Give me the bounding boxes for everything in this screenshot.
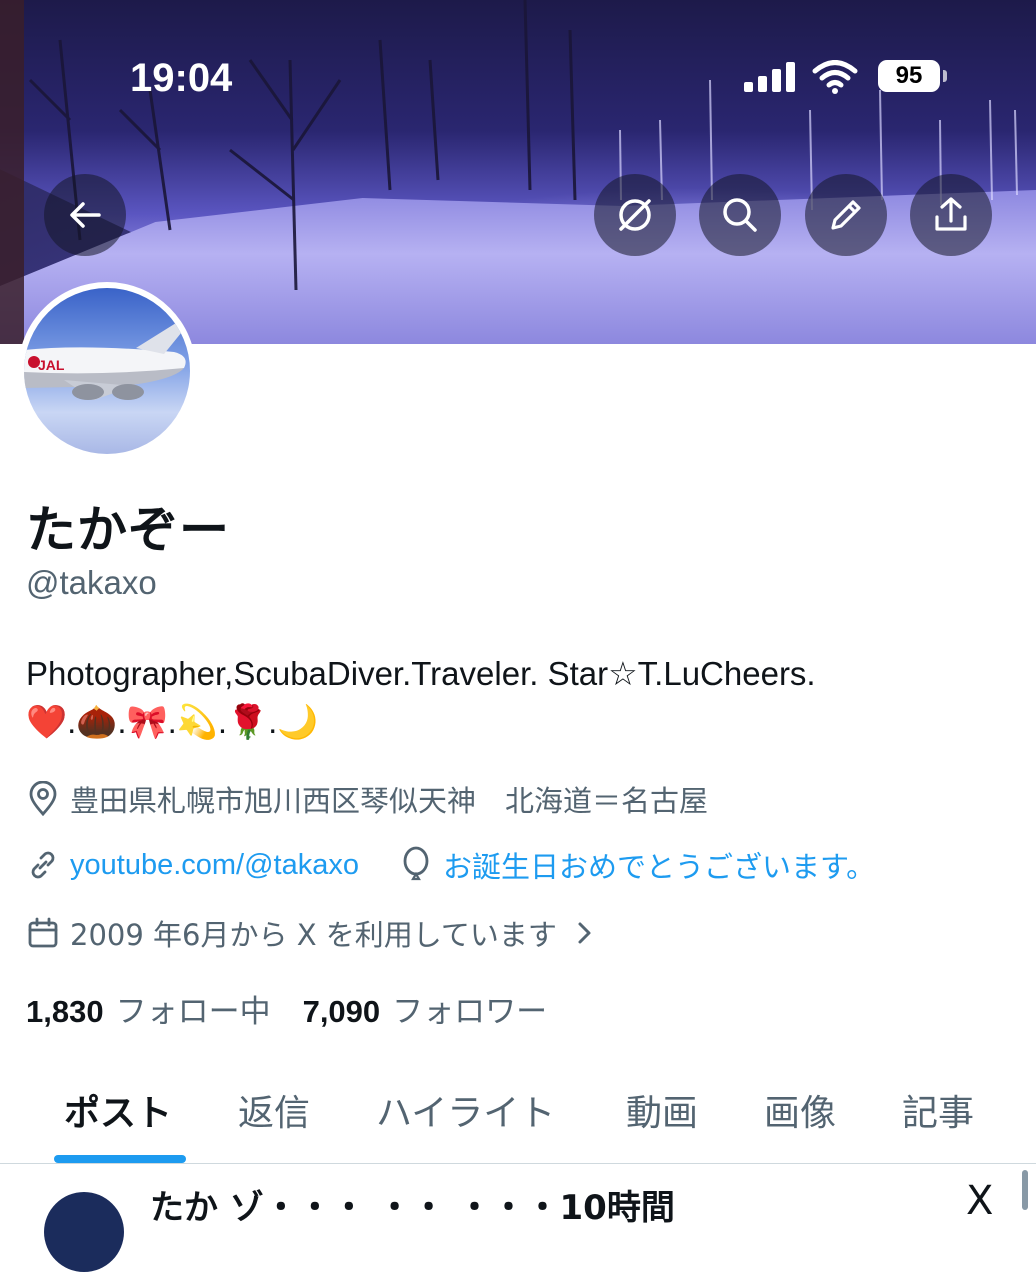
display-name: たかぞー	[26, 501, 230, 559]
svg-text:JAL: JAL	[38, 357, 65, 373]
tab-posts[interactable]: ポスト	[64, 1084, 172, 1136]
tabs-divider	[0, 1163, 1036, 1164]
search-icon	[723, 198, 757, 232]
search-button[interactable]	[699, 174, 781, 256]
arrow-left-icon	[70, 202, 101, 228]
following-link[interactable]: 1,830 フォロー中	[26, 986, 271, 1031]
grok-button[interactable]	[594, 174, 676, 256]
tab-articles[interactable]: 記事	[902, 1084, 974, 1136]
bio: Photographer,ScubaDiver.Traveler. Star☆T…	[26, 650, 816, 746]
link-icon	[31, 851, 55, 879]
follow-counts: 1,830 フォロー中 7,090 フォロワー	[26, 986, 547, 1031]
post-author-line: たか ゾ・・・ ・・ ・・・10時間	[150, 1188, 675, 1228]
tab-photos[interactable]: 画像	[764, 1084, 836, 1136]
bio-line-1: Photographer,ScubaDiver.Traveler. Star☆T…	[26, 655, 816, 692]
website-link[interactable]: youtube.com/@takaxo	[70, 849, 359, 882]
battery-nub	[943, 70, 947, 82]
joined-row[interactable]: 2009 年6月から X を利用しています	[26, 912, 607, 954]
scrollbar[interactable]	[1022, 1170, 1028, 1210]
joined-text: 2009 年6月から X を利用しています	[70, 918, 557, 952]
status-bar: 19:04 95	[0, 56, 1036, 104]
location-pin-icon	[29, 781, 57, 817]
location-text: 豊田県札幌市旭川西区琴似天神 北海道＝名古屋	[70, 784, 709, 818]
banner-trees	[0, 0, 1018, 344]
avatar-image: JAL	[24, 288, 190, 454]
profile-banner[interactable]: 19:04 95	[0, 0, 1036, 344]
x-logo-icon: X	[966, 1178, 994, 1224]
edit-button[interactable]	[805, 174, 887, 256]
followers-link[interactable]: 7,090 フォロワー	[303, 986, 548, 1031]
tab-highlights[interactable]: ハイライト	[376, 1084, 555, 1136]
chevron-right-icon	[578, 922, 591, 944]
wifi-icon	[812, 60, 858, 94]
tab-videos[interactable]: 動画	[626, 1084, 698, 1136]
following-label: フォロー中	[115, 994, 271, 1030]
share-icon	[935, 197, 967, 231]
username: @takaxo	[26, 564, 157, 601]
no-grok-icon	[619, 199, 651, 231]
cellular-signal-icon	[744, 62, 795, 92]
tab-replies[interactable]: 返信	[238, 1084, 310, 1136]
pencil-icon	[831, 200, 861, 230]
share-button[interactable]	[910, 174, 992, 256]
calendar-icon	[28, 917, 58, 948]
birthday-text: お誕生日おめでとうございます。	[442, 850, 876, 884]
back-button[interactable]	[44, 174, 126, 256]
followers-label: フォロワー	[392, 994, 548, 1030]
airplane-photo: JAL	[24, 318, 190, 400]
status-time: 19:04	[130, 56, 233, 100]
profile-avatar[interactable]: JAL	[18, 282, 196, 460]
location-row: 豊田県札幌市旭川西区琴似天神 北海道＝名古屋	[26, 778, 708, 820]
balloon-icon	[403, 846, 429, 881]
links-row: youtube.com/@takaxo お誕生日おめでとうございます。	[26, 844, 875, 886]
bio-line-2: ❤️.🌰.🎀.💫.🌹.🌙	[26, 703, 319, 740]
following-count: 1,830	[26, 994, 104, 1029]
post-author-avatar[interactable]	[44, 1192, 124, 1272]
followers-count: 7,090	[302, 994, 381, 1029]
profile-tabs: ポスト 返信 ハイライト 動画 画像 記事	[0, 1074, 1036, 1164]
active-tab-indicator	[54, 1155, 186, 1163]
battery-indicator: 95	[878, 60, 940, 92]
